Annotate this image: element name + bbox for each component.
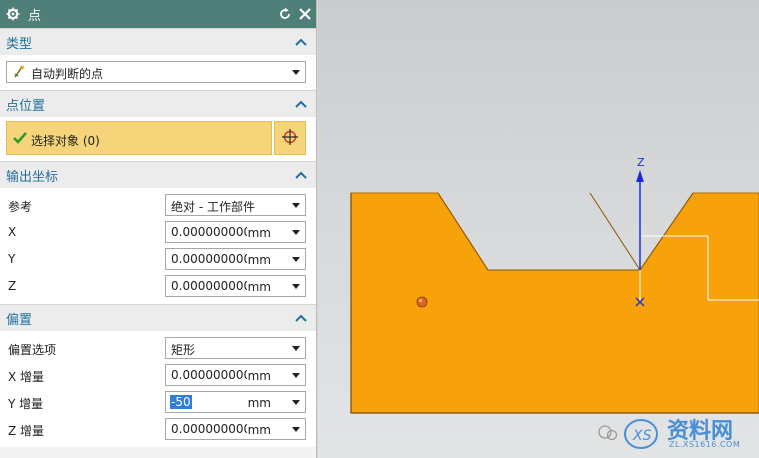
reset-icon[interactable] xyxy=(276,5,294,23)
reference-label: 参考 xyxy=(8,200,33,214)
graphics-viewport[interactable]: Z xyxy=(318,0,759,458)
section-point-location-title: 点位置 xyxy=(6,98,46,114)
z-increment-label: Z 增量 xyxy=(8,424,45,438)
chevron-up-icon[interactable] xyxy=(294,168,308,182)
point-type-value: 自动判断的点 xyxy=(31,67,104,81)
x-increment-input[interactable]: 0.0000000000 mm xyxy=(165,364,306,386)
dialog-title: 点 xyxy=(28,8,42,24)
chevron-down-icon xyxy=(292,346,300,351)
select-object-field[interactable]: 选择对象 (0) xyxy=(6,121,272,155)
crosshair-icon xyxy=(281,128,299,149)
x-increment-unit: mm xyxy=(247,369,271,383)
chevron-down-icon[interactable] xyxy=(292,230,300,235)
z-unit: mm xyxy=(247,280,271,294)
point-dialog: 点 类型 自动判断的点 点位置 选择对象 (0) 输出坐标 参考 绝对 - 工作… xyxy=(0,0,317,458)
gear-icon[interactable] xyxy=(4,5,22,23)
x-unit: mm xyxy=(247,226,271,240)
checkmark-icon xyxy=(13,132,27,147)
watermark: XS 资料网 ZL.XS1616.COM xyxy=(593,410,753,454)
select-object-label: 选择对象 (0) xyxy=(31,134,100,148)
z-increment-input[interactable]: 0.0000000000 mm xyxy=(165,418,306,440)
y-unit: mm xyxy=(247,253,271,267)
y-increment-value: -50 xyxy=(170,395,192,409)
z-value: 0.0000000000 xyxy=(171,279,247,293)
section-type-title: 类型 xyxy=(6,36,33,52)
point-dialog-button[interactable] xyxy=(274,121,306,155)
chevron-down-icon[interactable] xyxy=(292,257,300,262)
reference-select[interactable]: 绝对 - 工作部件 xyxy=(165,194,306,216)
z-label: Z xyxy=(8,279,17,293)
x-label: X xyxy=(8,225,17,239)
x-value: 0.0000000000 xyxy=(171,225,247,239)
chevron-down-icon[interactable] xyxy=(292,284,300,289)
chevron-down-icon[interactable] xyxy=(292,400,300,405)
section-type-body: 自动判断的点 xyxy=(0,55,316,90)
part-model[interactable] xyxy=(318,0,759,458)
z-axis-label: Z xyxy=(637,156,645,169)
watermark-url: ZL.XS1616.COM xyxy=(669,440,741,449)
z-increment-value: 0.0000000000 xyxy=(171,422,247,436)
point-type-select[interactable]: 自动判断的点 xyxy=(6,61,306,83)
section-output-coords-header[interactable]: 输出坐标 xyxy=(0,161,316,188)
selected-point-marker[interactable] xyxy=(416,296,428,308)
section-offset-title: 偏置 xyxy=(6,312,33,328)
dialog-title-bar: 点 xyxy=(0,0,316,28)
y-increment-unit: mm xyxy=(247,396,271,410)
y-label: Y xyxy=(8,252,16,266)
offset-option-value: 矩形 xyxy=(171,343,196,357)
section-type-header[interactable]: 类型 xyxy=(0,28,316,55)
svg-text:XS: XS xyxy=(632,428,652,444)
z-axis-arrow-icon xyxy=(636,170,644,182)
chevron-up-icon[interactable] xyxy=(294,97,308,111)
inferred-point-icon xyxy=(13,65,25,82)
chevron-down-icon[interactable] xyxy=(292,427,300,432)
z-increment-unit: mm xyxy=(247,423,271,437)
chevron-up-icon[interactable] xyxy=(294,35,308,49)
chevron-down-icon xyxy=(292,203,300,208)
z-coordinate-input[interactable]: 0.0000000000 mm xyxy=(165,275,306,297)
section-point-location-header[interactable]: 点位置 xyxy=(0,90,316,117)
chevron-up-icon[interactable] xyxy=(294,311,308,325)
x-increment-label: X 增量 xyxy=(8,370,45,384)
y-value: 0.0000000000 xyxy=(171,252,247,266)
chevron-down-icon xyxy=(292,70,300,75)
y-coordinate-input[interactable]: 0.0000000000 mm xyxy=(165,248,306,270)
section-offset-body: 偏置选项 矩形 X 增量 0.0000000000 mm Y 增量 -50 mm… xyxy=(0,331,316,447)
y-increment-label: Y 增量 xyxy=(8,397,44,411)
x-coordinate-input[interactable]: 0.0000000000 mm xyxy=(165,221,306,243)
section-offset-header[interactable]: 偏置 xyxy=(0,304,316,331)
part-body[interactable] xyxy=(350,192,759,414)
offset-option-label: 偏置选项 xyxy=(8,343,57,357)
section-output-coords-body: 参考 绝对 - 工作部件 X 0.0000000000 mm Y 0.00000… xyxy=(0,188,316,304)
y-increment-input[interactable]: -50 mm xyxy=(165,391,306,413)
close-icon[interactable] xyxy=(296,5,314,23)
section-point-location-body: 选择对象 (0) xyxy=(0,117,316,161)
chevron-down-icon[interactable] xyxy=(292,373,300,378)
reference-value: 绝对 - 工作部件 xyxy=(171,200,255,214)
x-increment-value: 0.0000000000 xyxy=(171,368,247,382)
section-output-coords-title: 输出坐标 xyxy=(6,169,59,185)
offset-option-select[interactable]: 矩形 xyxy=(165,337,306,359)
